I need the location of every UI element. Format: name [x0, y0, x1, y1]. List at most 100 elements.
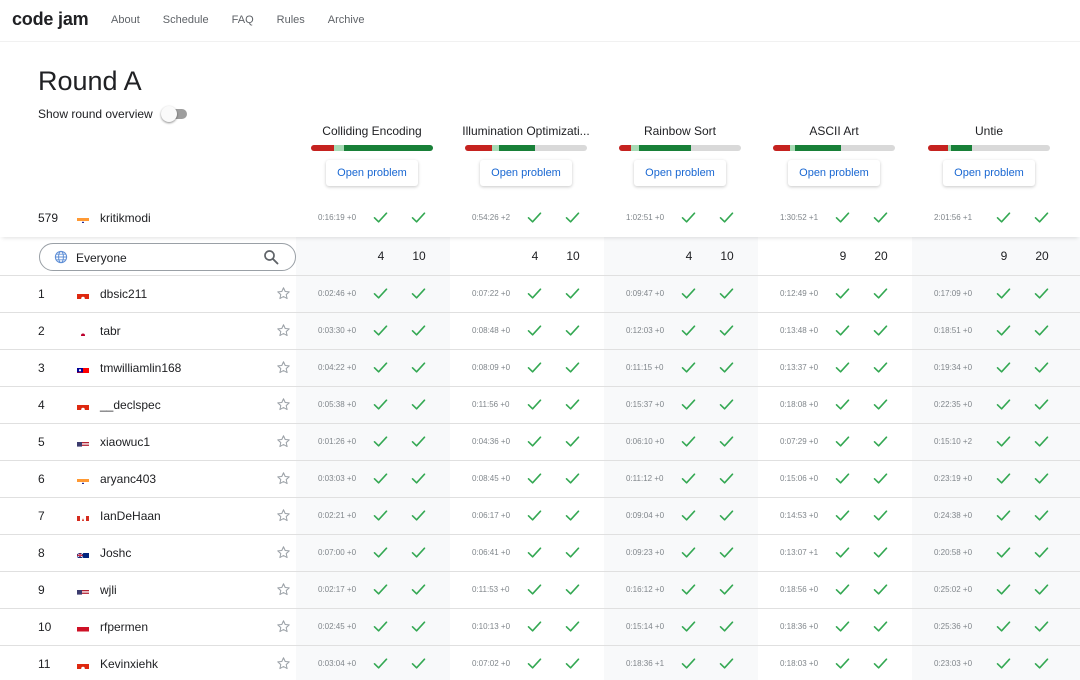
small-solved-check-icon	[835, 509, 850, 522]
small-solved-check-icon	[996, 211, 1011, 224]
username-link[interactable]: tmwilliamlin168	[100, 361, 181, 375]
star-icon[interactable]	[276, 619, 291, 634]
star-icon[interactable]	[276, 582, 291, 597]
round-overview-toggle[interactable]	[160, 106, 187, 122]
nav-link-archive[interactable]: Archive	[328, 14, 365, 26]
solve-time: 0:02:46 +0	[318, 289, 357, 298]
solve-time: 0:16:12 +0	[626, 585, 665, 594]
small-solved-check-icon	[681, 509, 696, 522]
small-solve-count: 4	[531, 249, 539, 263]
table-row: 7 IanDeHaan 0:02:21 +0 0:06:17 +0 0:09:04 +0…	[0, 498, 1080, 535]
large-solved-check-icon	[565, 583, 580, 596]
solve-time: 0:12:49 +0	[780, 289, 819, 298]
username-link[interactable]: dbsic211	[100, 287, 147, 301]
rank-number: 11	[38, 657, 51, 671]
open-problem-button[interactable]: Open problem	[788, 160, 880, 186]
rank-number: 6	[38, 472, 45, 486]
large-solved-check-icon	[565, 509, 580, 522]
rank-number: 5	[38, 435, 45, 449]
solve-time: 0:18:36 +0	[780, 622, 819, 631]
participant-filter[interactable]: Everyone	[39, 243, 296, 271]
solve-time: 0:04:22 +0	[318, 363, 357, 372]
star-icon[interactable]	[276, 360, 291, 375]
star-icon[interactable]	[276, 323, 291, 338]
solve-time: 0:16:19 +0	[318, 213, 357, 222]
small-solved-check-icon	[681, 620, 696, 633]
country-flag-icon	[77, 549, 89, 558]
username-link[interactable]: __declspec	[100, 398, 161, 412]
progress-segment-green	[343, 145, 433, 151]
large-solved-check-icon	[1034, 398, 1049, 411]
nav-link-faq[interactable]: FAQ	[232, 14, 254, 26]
large-solved-check-icon	[1034, 324, 1049, 337]
problem-header: Untie Open problem	[924, 124, 1054, 186]
large-solved-check-icon	[719, 657, 734, 670]
small-solved-check-icon	[835, 620, 850, 633]
large-solved-check-icon	[873, 472, 888, 485]
nav-link-schedule[interactable]: Schedule	[163, 14, 209, 26]
star-icon[interactable]	[276, 545, 291, 560]
star-icon[interactable]	[276, 656, 291, 671]
solve-time: 0:06:10 +0	[626, 437, 665, 446]
large-solved-check-icon	[1034, 211, 1049, 224]
small-solved-check-icon	[527, 211, 542, 224]
open-problem-button[interactable]: Open problem	[326, 160, 418, 186]
star-icon[interactable]	[276, 471, 291, 486]
large-solved-check-icon	[719, 620, 734, 633]
star-icon[interactable]	[276, 397, 291, 412]
username-link[interactable]: IanDeHaan	[100, 509, 161, 523]
star-icon[interactable]	[276, 508, 291, 523]
solve-time: 0:19:34 +0	[934, 363, 973, 372]
small-solved-check-icon	[996, 583, 1011, 596]
nav-link-rules[interactable]: Rules	[277, 14, 305, 26]
large-solved-check-icon	[411, 546, 426, 559]
star-icon[interactable]	[276, 434, 291, 449]
large-solved-check-icon	[411, 472, 426, 485]
username-link[interactable]: Kevinxiehk	[100, 657, 158, 671]
solve-progress-bar	[465, 145, 587, 151]
problem-header: Rainbow Sort Open problem	[615, 124, 745, 186]
solve-progress-bar	[311, 145, 433, 151]
username-link[interactable]: rfpermen	[100, 620, 148, 634]
large-solved-check-icon	[411, 435, 426, 448]
large-solved-check-icon	[411, 211, 426, 224]
username-link[interactable]: tabr	[100, 324, 121, 338]
small-solved-check-icon	[996, 324, 1011, 337]
my-username[interactable]: kritikmodi	[100, 211, 151, 225]
solve-time: 0:17:09 +0	[934, 289, 973, 298]
small-solved-check-icon	[835, 472, 850, 485]
large-solve-count: 20	[1035, 249, 1049, 263]
star-icon[interactable]	[276, 286, 291, 301]
large-solved-check-icon	[565, 398, 580, 411]
username-link[interactable]: aryanc403	[100, 472, 156, 486]
small-solved-check-icon	[835, 398, 850, 411]
large-solved-check-icon	[411, 324, 426, 337]
large-solve-count: 10	[720, 249, 734, 263]
username-link[interactable]: Joshc	[100, 546, 131, 560]
progress-segment-green	[794, 145, 842, 151]
large-solved-check-icon	[411, 509, 426, 522]
code-jam-logo[interactable]: code jam	[12, 9, 89, 30]
large-solved-check-icon	[719, 472, 734, 485]
solve-time: 0:13:48 +0	[780, 326, 819, 335]
small-solved-check-icon	[681, 398, 696, 411]
large-solved-check-icon	[1034, 657, 1049, 670]
small-solved-check-icon	[996, 361, 1011, 374]
small-solved-check-icon	[373, 287, 388, 300]
username-link[interactable]: wjli	[100, 583, 117, 597]
small-solved-check-icon	[373, 583, 388, 596]
search-icon[interactable]	[263, 249, 279, 265]
small-solved-check-icon	[527, 583, 542, 596]
username-link[interactable]: xiaowuc1	[100, 435, 150, 449]
large-solved-check-icon	[411, 287, 426, 300]
nav-link-about[interactable]: About	[111, 14, 140, 26]
open-problem-button[interactable]: Open problem	[480, 160, 572, 186]
small-solved-check-icon	[527, 324, 542, 337]
open-problem-button[interactable]: Open problem	[943, 160, 1035, 186]
open-problem-button[interactable]: Open problem	[634, 160, 726, 186]
solve-time: 0:09:47 +0	[626, 289, 665, 298]
small-solved-check-icon	[527, 287, 542, 300]
large-solved-check-icon	[411, 583, 426, 596]
small-solved-check-icon	[996, 657, 1011, 670]
country-flag-icon	[77, 586, 89, 595]
